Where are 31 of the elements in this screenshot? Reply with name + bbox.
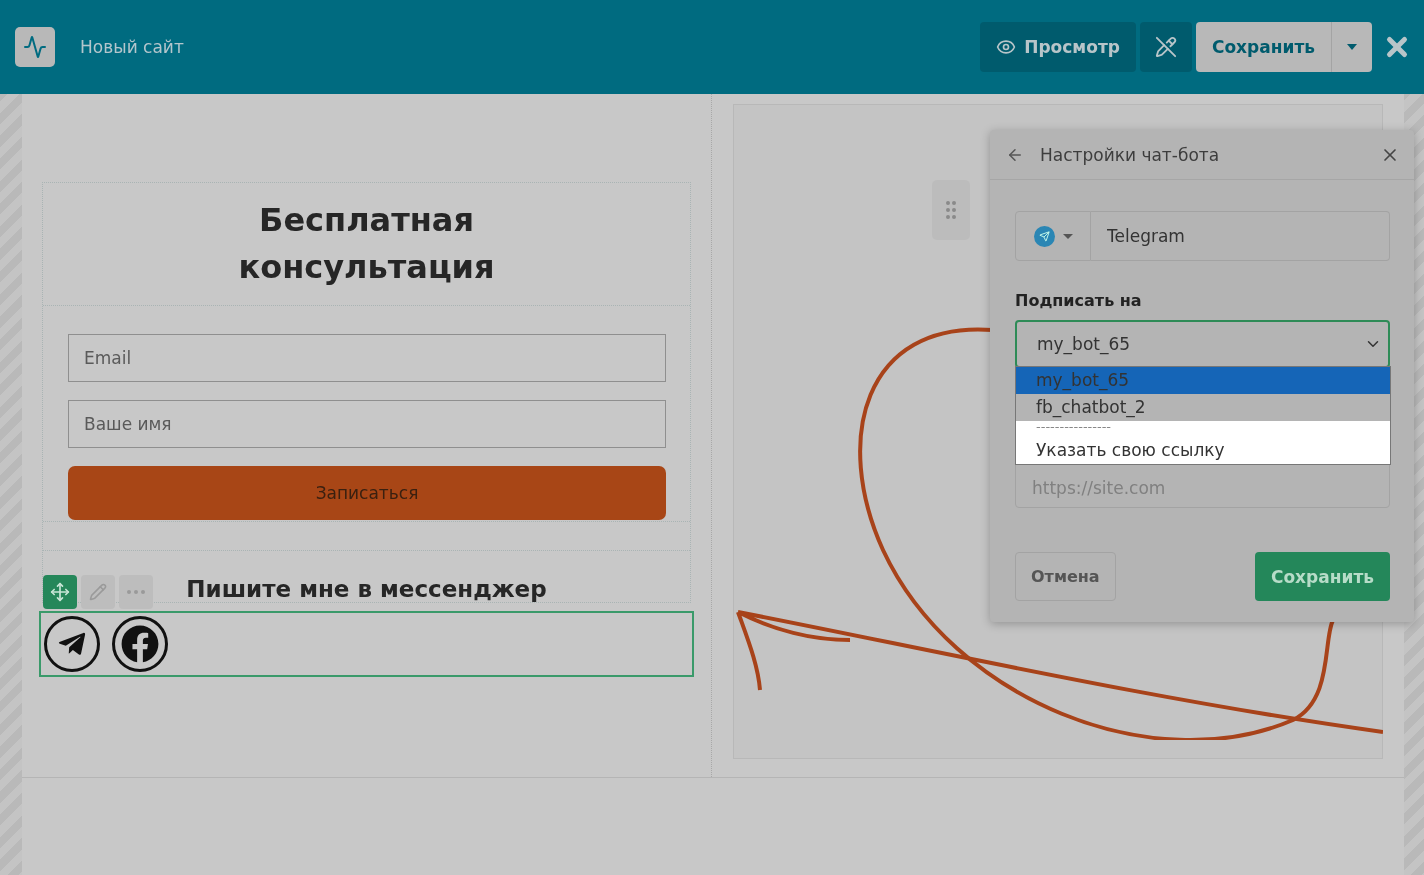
paper-plane-icon	[1033, 225, 1055, 247]
logo-icon[interactable]	[15, 27, 55, 67]
move-button[interactable]	[43, 575, 77, 609]
separator-option: ----------------	[1016, 421, 1390, 437]
text-field[interactable]: Ваше имя	[68, 400, 666, 448]
facebook-icon[interactable]	[112, 616, 168, 672]
crossed-pencil-icon	[1154, 36, 1177, 58]
channel-name-field[interactable]: Telegram	[1091, 211, 1390, 261]
caret-icon	[1347, 44, 1357, 50]
save-button[interactable]: Сохранить	[1195, 22, 1332, 72]
messenger-picker[interactable]	[1015, 211, 1091, 261]
bot-select[interactable]: my_bot_65	[1015, 320, 1390, 368]
social-icons-block[interactable]	[39, 611, 694, 677]
dots-icon	[127, 590, 145, 594]
preview-button[interactable]: Просмотр	[980, 22, 1136, 72]
caret-icon	[1062, 233, 1073, 239]
cancel-button[interactable]: Отмена	[1015, 552, 1116, 601]
dropdown-option[interactable]: Указать свою ссылку	[1016, 437, 1390, 464]
save-button[interactable]: Сохранить	[1254, 552, 1390, 601]
paper-plane-icon[interactable]	[44, 616, 100, 672]
subscribe-label: Подписать на	[1015, 291, 1143, 310]
form-heading: Бесплатная консультация	[43, 183, 690, 306]
drag-handle[interactable]	[932, 180, 970, 240]
modal-title: Настройки чат-бота	[1040, 144, 1221, 165]
text-field[interactable]: Email	[68, 334, 666, 382]
move-icon	[50, 582, 70, 602]
site-name: Новый сайт	[80, 37, 185, 57]
pencil-icon	[89, 583, 107, 601]
pencil-off-button[interactable]	[1139, 22, 1192, 72]
submit-button[interactable]: Записаться	[68, 466, 666, 520]
eye-icon	[996, 37, 1017, 57]
